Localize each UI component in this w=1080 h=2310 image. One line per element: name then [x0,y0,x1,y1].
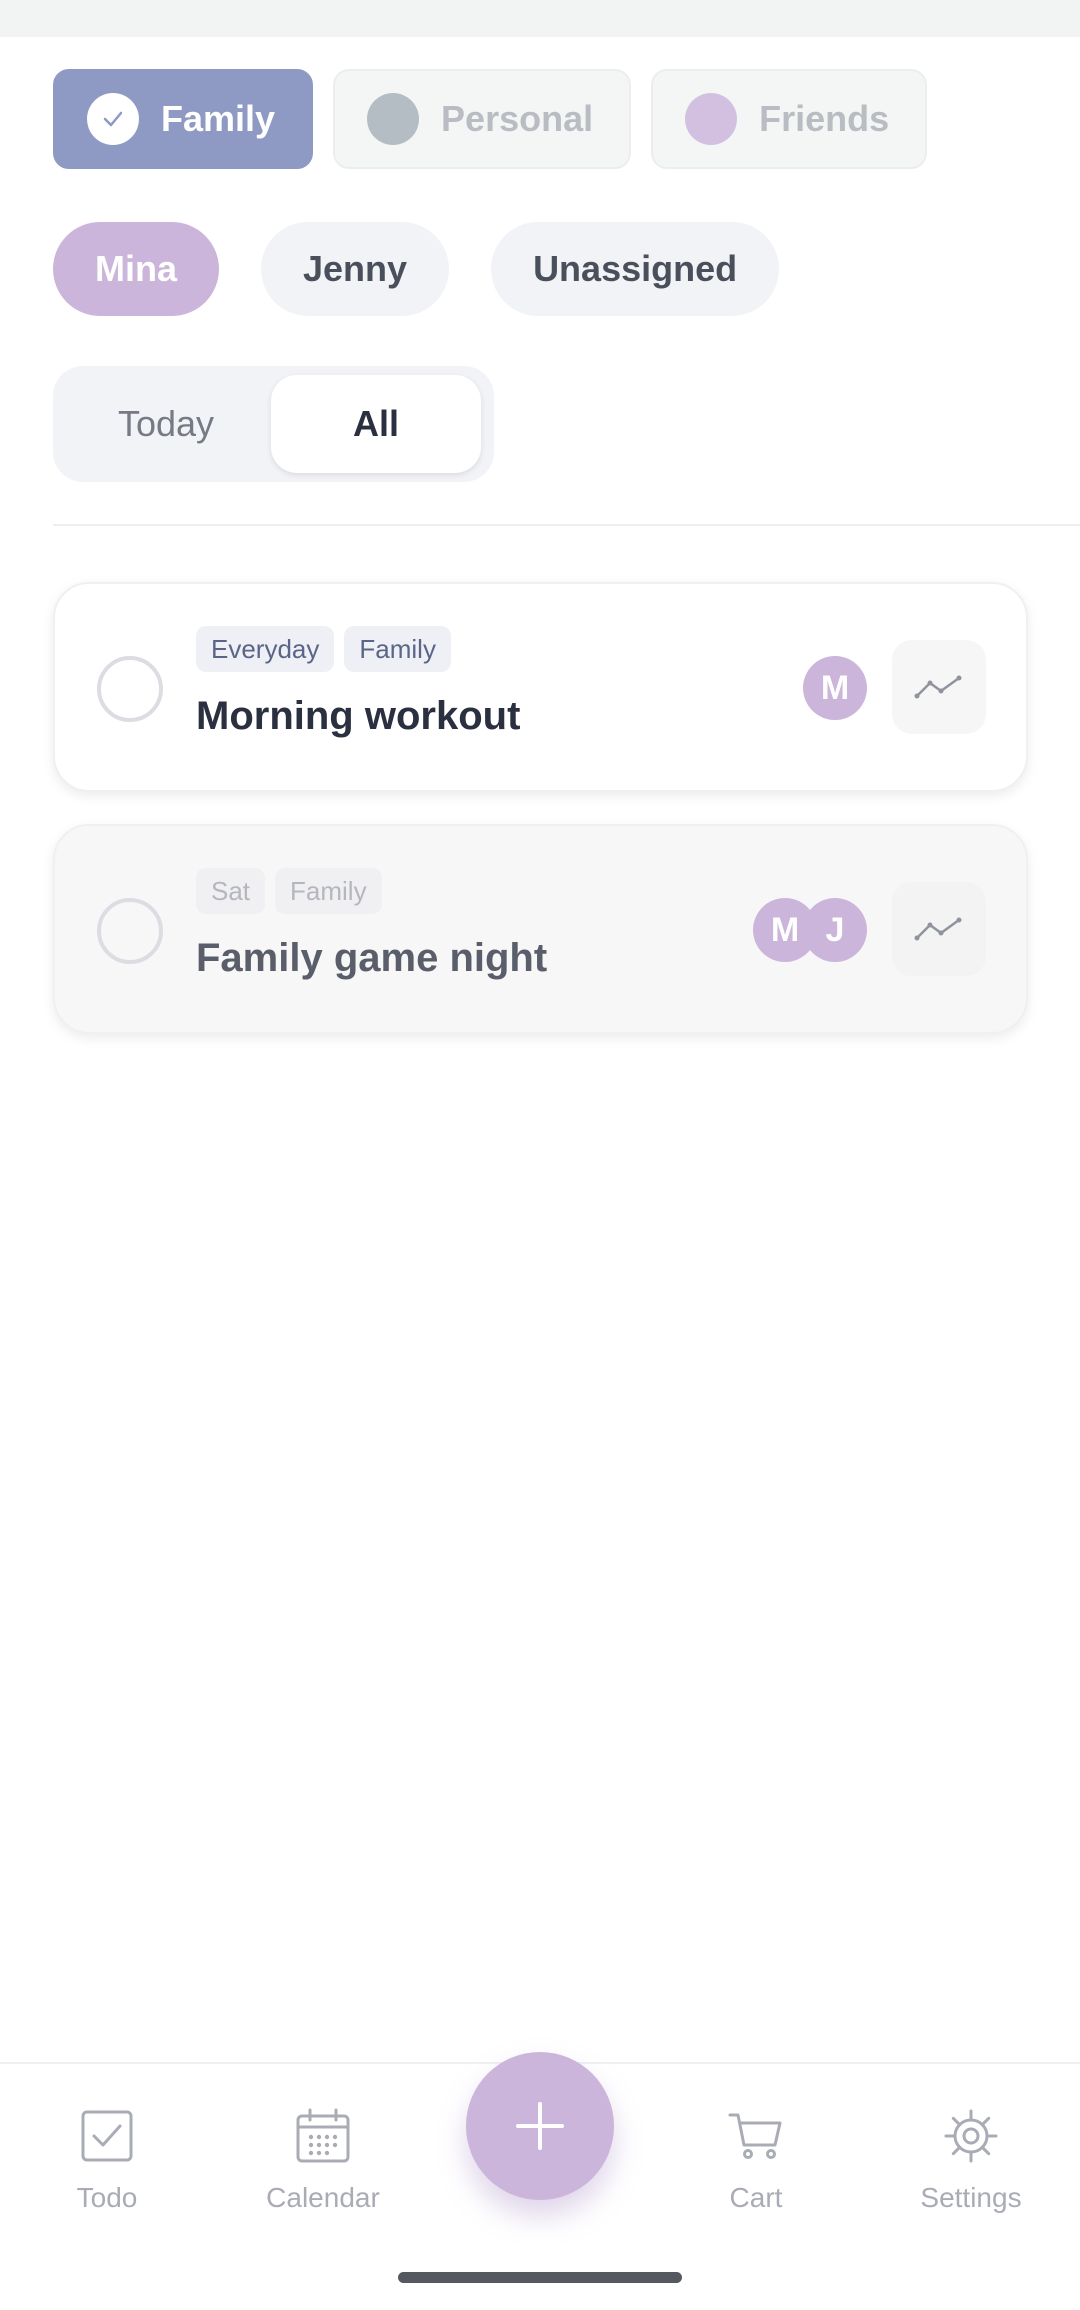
tag-badge: Everyday [196,626,335,672]
trend-line-icon [914,675,962,699]
stats-button[interactable] [892,640,986,734]
gear-icon [939,2104,1003,2168]
member-filter: Mina Jenny Unassigned [53,222,780,316]
nav-todo[interactable]: Todo [27,2104,187,2214]
status-bar [0,0,1080,37]
nav-calendar[interactable]: Calendar [243,2104,403,2214]
color-dot-icon [685,93,738,145]
home-indicator[interactable] [398,2272,682,2283]
nav-label: Todo [76,2182,138,2213]
nav-label: Settings [920,2182,1022,2213]
color-dot-icon [367,93,420,145]
nav-settings[interactable]: Settings [891,2104,1051,2214]
divider [53,524,1080,526]
task-checkbox[interactable] [97,898,163,964]
member-chip-label: Mina [95,248,178,289]
member-chip-jenny[interactable]: Jenny [261,222,450,316]
cart-icon [724,2104,788,2168]
member-chip-label: Jenny [303,248,408,289]
date-range-toggle: Today All [53,366,494,482]
checkbox-icon [75,2104,139,2168]
trend-line-icon [914,917,962,941]
nav-label: Cart [729,2182,783,2213]
tag-badge: Sat [196,868,266,914]
nav-cart[interactable]: Cart [676,2104,836,2214]
nav-label: Calendar [266,2182,380,2213]
assignee-avatars: M [803,656,867,720]
segment-label: Today [117,403,215,444]
plus-icon [516,2102,564,2150]
tag-badge: Family [344,626,451,672]
group-chip-label: Friends [759,98,890,139]
add-task-button[interactable] [466,2052,614,2200]
segment-all[interactable]: All [271,375,481,473]
task-title: Family game night [196,936,548,980]
task-checkbox[interactable] [97,656,163,722]
group-chip-label: Family [161,98,276,139]
segment-label: All [352,403,399,444]
avatar: J [803,898,867,962]
group-filter: Family Personal Friends [53,69,928,169]
group-chip-label: Personal [441,98,594,139]
stats-button[interactable] [892,882,986,976]
assignee-avatars: M J [753,898,867,962]
task-tags: Everyday Family [196,626,451,672]
segment-today[interactable]: Today [61,375,271,473]
check-icon [87,93,139,145]
avatar: M [803,656,867,720]
member-chip-mina[interactable]: Mina [53,222,220,316]
task-title: Morning workout [196,694,521,738]
group-chip-friends[interactable]: Friends [651,69,928,169]
task-tags: Sat Family [196,868,382,914]
member-chip-label: Unassigned [533,248,738,289]
task-card[interactable]: Everyday Family Morning workout M [53,582,1028,792]
group-chip-personal[interactable]: Personal [333,69,632,169]
member-chip-unassigned[interactable]: Unassigned [491,222,780,316]
calendar-icon [291,2104,355,2168]
tag-badge: Family [275,868,382,914]
group-chip-family[interactable]: Family [53,69,314,169]
task-card[interactable]: Sat Family Family game night M J [53,824,1028,1034]
